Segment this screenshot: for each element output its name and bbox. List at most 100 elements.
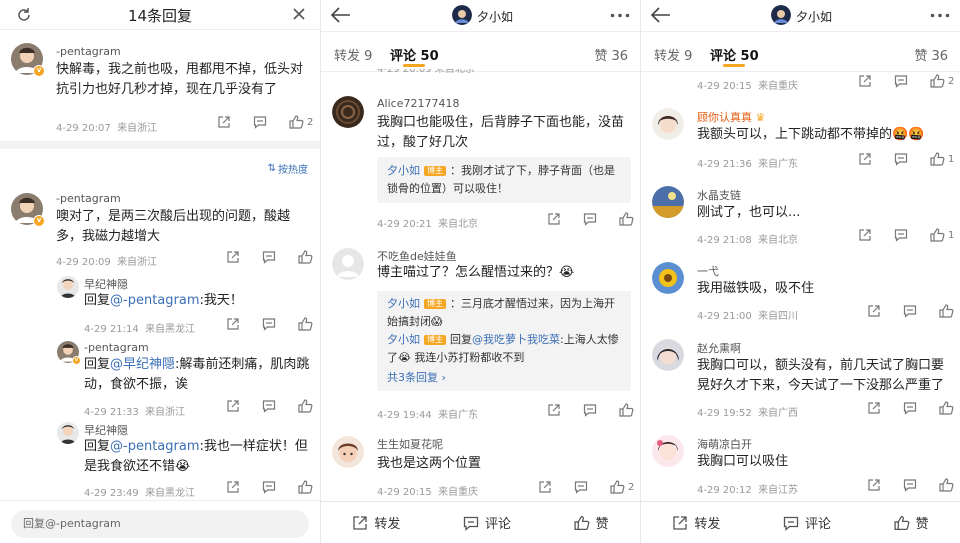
avatar[interactable] [652, 262, 684, 294]
reply-username[interactable]: 夕小如 [387, 164, 420, 177]
like-button[interactable]: 1 [930, 228, 954, 242]
reply-preview[interactable]: 夕小如 博主 ：三月底才醒悟过来，因为上海开始搞封闭😱 夕小如 博主 回复@我吃萝卜我吃… [377, 291, 631, 391]
comment-button[interactable] [583, 212, 597, 226]
like-button[interactable] [939, 304, 954, 318]
share-button[interactable] [226, 317, 240, 331]
comment-button[interactable] [574, 480, 588, 494]
comment-username[interactable]: 一弋 [697, 263, 719, 279]
like-button[interactable] [298, 317, 313, 331]
mention-link[interactable]: @我吃萝卜我吃菜 [472, 333, 560, 346]
mention-link[interactable]: @-pentagram [110, 439, 199, 454]
comment-button[interactable] [253, 115, 267, 129]
comment-action-button[interactable]: 评论 [463, 513, 511, 532]
tab-likes[interactable]: 赞 36 [594, 45, 628, 64]
sort-toggle[interactable]: ⇅ 按热度 [268, 161, 308, 176]
comment-button[interactable] [894, 228, 908, 242]
mention-link[interactable]: @早纪神隠 [110, 357, 175, 372]
comment-username[interactable]: 生生如夏花呢 [377, 436, 443, 452]
reply-username[interactable]: 早纪神隠 [84, 422, 128, 438]
comment-button[interactable] [903, 478, 917, 492]
avatar[interactable] [332, 248, 364, 280]
like-button[interactable] [298, 250, 313, 264]
comment-username[interactable]: 海萌凉白开 [697, 436, 752, 452]
share-button[interactable] [867, 478, 881, 492]
share-button[interactable] [547, 212, 561, 226]
reply-username[interactable]: 夕小如 [387, 297, 420, 310]
mention-link[interactable]: @-pentagram [110, 293, 199, 308]
comment-button[interactable] [894, 152, 908, 166]
avatar[interactable] [57, 276, 79, 298]
author-name[interactable]: 夕小如 [477, 8, 513, 25]
share-button[interactable] [226, 399, 240, 413]
view-all-replies-link[interactable]: 共3条回复 › [387, 369, 621, 387]
share-button[interactable] [538, 480, 552, 494]
share-button[interactable] [867, 401, 881, 415]
share-button[interactable] [858, 228, 872, 242]
avatar[interactable] [332, 436, 364, 468]
avatar[interactable] [652, 435, 684, 467]
back-arrow-icon[interactable] [330, 6, 352, 24]
like-button[interactable] [939, 401, 954, 415]
author-avatar[interactable] [771, 5, 791, 25]
reply-username[interactable]: 夕小如 [387, 333, 420, 346]
share-button[interactable] [226, 250, 240, 264]
like-action-button[interactable]: 赞 [574, 513, 609, 532]
avatar[interactable] [652, 339, 684, 371]
share-button[interactable] [226, 480, 240, 494]
reply-input[interactable]: 回复@-pentagram [11, 510, 309, 538]
avatar[interactable]: v [11, 43, 45, 77]
reply-preview[interactable]: 夕小如 博主 ：我刚才试了下，脖子背面（也是锁骨的位置）可以吸住！ [377, 157, 631, 203]
comment-button[interactable] [903, 401, 917, 415]
like-button[interactable]: 2 [610, 480, 634, 494]
comment-button[interactable] [894, 74, 908, 88]
like-button[interactable] [619, 212, 634, 226]
author-avatar[interactable] [452, 5, 472, 25]
avatar[interactable]: v [57, 341, 81, 365]
tab-repost[interactable]: 转发 9 [654, 45, 692, 64]
like-button[interactable] [939, 478, 954, 492]
comment-username[interactable]: -pentagram [56, 192, 121, 205]
back-arrow-icon[interactable] [650, 6, 672, 24]
avatar[interactable] [57, 422, 79, 444]
repost-button[interactable]: 转发 [672, 513, 720, 532]
comment-action-button[interactable]: 评论 [783, 513, 831, 532]
comment-username[interactable]: 水晶支链 [697, 187, 741, 203]
more-icon[interactable] [610, 13, 630, 18]
share-button[interactable] [217, 115, 231, 129]
like-button[interactable]: 2 [930, 74, 954, 88]
like-button[interactable] [298, 399, 313, 413]
repost-button[interactable]: 转发 [352, 513, 400, 532]
tab-repost[interactable]: 转发 9 [334, 45, 372, 64]
share-button[interactable] [867, 304, 881, 318]
comment-username[interactable]: 顾你认真真 ♛ [697, 109, 765, 125]
avatar[interactable] [332, 96, 364, 128]
share-button[interactable] [858, 152, 872, 166]
like-button[interactable] [298, 480, 313, 494]
comment-button[interactable] [903, 304, 917, 318]
comment-button[interactable] [262, 480, 276, 494]
like-button[interactable] [619, 403, 634, 417]
like-button[interactable]: 1 [930, 152, 954, 166]
reply-username[interactable]: -pentagram [84, 341, 149, 354]
author-name[interactable]: 夕小如 [796, 8, 832, 25]
comment-button[interactable] [583, 403, 597, 417]
reply-username[interactable]: 早纪神隠 [84, 276, 128, 292]
more-icon[interactable] [930, 13, 950, 18]
comment-username[interactable]: 赵允熏啊 [697, 340, 741, 356]
tab-comments[interactable]: 评论 50 [710, 45, 759, 64]
comment-button[interactable] [262, 317, 276, 331]
comment-button[interactable] [262, 399, 276, 413]
avatar[interactable] [652, 108, 684, 140]
avatar[interactable]: v [11, 193, 45, 227]
avatar[interactable] [652, 186, 684, 218]
close-icon[interactable] [292, 7, 306, 21]
share-button[interactable] [547, 403, 561, 417]
comment-button[interactable] [262, 250, 276, 264]
comment-username[interactable]: -pentagram [56, 45, 121, 58]
tab-likes[interactable]: 赞 36 [914, 45, 948, 64]
like-action-button[interactable]: 赞 [894, 513, 929, 532]
comment-username[interactable]: Alice72177418 [377, 97, 459, 110]
comment-username[interactable]: 不吃鱼de娃娃鱼 [377, 248, 457, 264]
tab-comments[interactable]: 评论 50 [390, 45, 439, 64]
share-button[interactable] [858, 74, 872, 88]
